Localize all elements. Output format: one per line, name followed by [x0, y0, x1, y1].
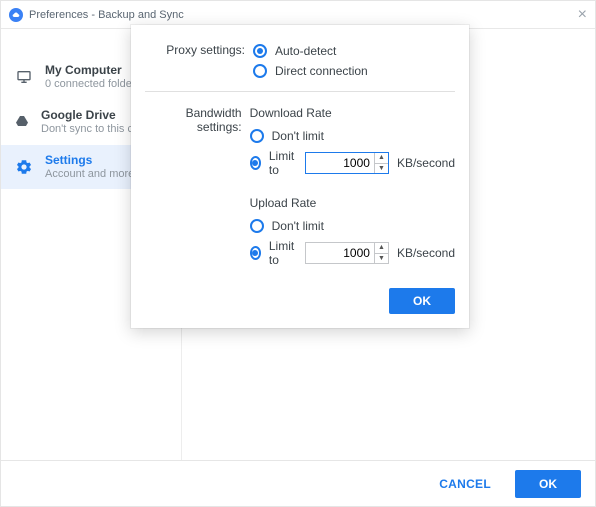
step-down-icon[interactable]: ▼: [375, 254, 388, 264]
radio-icon: [250, 129, 264, 143]
proxy-settings-label: Proxy settings:: [145, 41, 253, 81]
monitor-icon: [13, 68, 35, 86]
upload-rate-header: Upload Rate: [250, 196, 455, 210]
upload-limit-to-radio[interactable]: Limit to ▲ ▼ KB/second: [250, 236, 455, 270]
stepper: ▲ ▼: [374, 243, 388, 263]
bandwidth-settings-label: Bandwidth settings:: [145, 104, 250, 270]
sidebar-item-label: My Computer: [45, 63, 141, 78]
close-icon[interactable]: ×: [578, 7, 587, 23]
dialog-ok-button[interactable]: OK: [389, 288, 455, 314]
proxy-auto-detect-radio[interactable]: Auto-detect: [253, 41, 455, 61]
download-dont-limit-radio[interactable]: Don't limit: [250, 126, 455, 146]
drive-icon: [13, 113, 31, 131]
radio-label: Limit to: [269, 239, 297, 267]
network-settings-dialog: Proxy settings: Auto-detect Direct conne…: [131, 25, 469, 328]
proxy-direct-connection-radio[interactable]: Direct connection: [253, 61, 455, 81]
stepper: ▲ ▼: [374, 153, 388, 173]
gear-icon: [13, 158, 35, 176]
unit-label: KB/second: [397, 246, 455, 260]
step-up-icon[interactable]: ▲: [375, 243, 388, 254]
upload-limit-input[interactable]: [306, 243, 374, 263]
radio-icon: [253, 64, 267, 78]
radio-label: Auto-detect: [275, 44, 336, 58]
upload-dont-limit-radio[interactable]: Don't limit: [250, 216, 455, 236]
step-up-icon[interactable]: ▲: [375, 153, 388, 164]
download-limit-input-wrap: ▲ ▼: [305, 152, 389, 174]
window-title: Preferences - Backup and Sync: [29, 9, 184, 21]
radio-icon: [253, 44, 267, 58]
ok-button[interactable]: OK: [515, 470, 581, 498]
radio-icon: [250, 219, 264, 233]
radio-icon: [250, 156, 261, 170]
radio-label: Don't limit: [272, 219, 324, 233]
download-limit-input[interactable]: [306, 153, 374, 173]
radio-icon: [250, 246, 261, 260]
sidebar-item-sub: Account and more: [45, 168, 134, 182]
app-icon: [9, 8, 23, 22]
sidebar-item-label: Settings: [45, 153, 134, 168]
radio-label: Direct connection: [275, 64, 368, 78]
unit-label: KB/second: [397, 156, 455, 170]
radio-label: Don't limit: [272, 129, 324, 143]
step-down-icon[interactable]: ▼: [375, 164, 388, 174]
download-rate-header: Download Rate: [250, 106, 455, 120]
upload-limit-input-wrap: ▲ ▼: [305, 242, 389, 264]
sidebar-item-sub: 0 connected folders: [45, 78, 141, 92]
radio-label: Limit to: [269, 149, 297, 177]
download-limit-to-radio[interactable]: Limit to ▲ ▼ KB/second: [250, 146, 455, 180]
footer: CANCEL OK: [1, 460, 595, 506]
cancel-button[interactable]: CANCEL: [429, 471, 501, 497]
